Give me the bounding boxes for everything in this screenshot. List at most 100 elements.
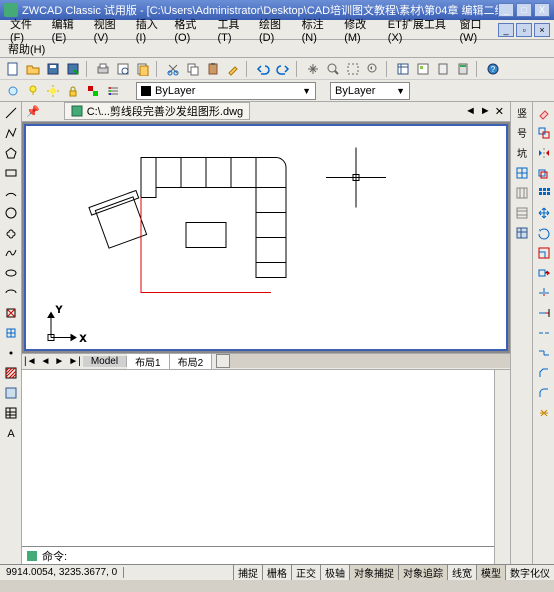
close-button[interactable]: X (534, 3, 550, 17)
layer-color-icon[interactable] (84, 82, 102, 100)
zoom-realtime-icon[interactable] (324, 60, 342, 78)
status-mode-6[interactable]: 线宽 (447, 565, 476, 580)
layer-manager-icon[interactable] (104, 82, 122, 100)
pin-icon[interactable]: 📌 (22, 105, 44, 118)
join-icon[interactable] (535, 344, 553, 362)
tab-prev-icon[interactable]: ◄ (465, 105, 476, 118)
status-mode-1[interactable]: 栅格 (262, 565, 291, 580)
extend-icon[interactable] (535, 304, 553, 322)
color-selector[interactable]: ByLayer ▼ (330, 82, 410, 100)
rectangle-icon[interactable] (2, 164, 20, 182)
rotate-icon[interactable] (535, 224, 553, 242)
menu-window[interactable]: 窗口(W) (453, 14, 498, 46)
copy-obj-icon[interactable] (535, 124, 553, 142)
layer-on-icon[interactable] (24, 82, 42, 100)
status-mode-7[interactable]: 模型 (476, 565, 505, 580)
zoom-prev-icon[interactable] (364, 60, 382, 78)
new-icon[interactable] (4, 60, 22, 78)
chamfer-icon[interactable] (535, 364, 553, 382)
help-icon[interactable]: ? (484, 60, 502, 78)
polygon-icon[interactable] (2, 144, 20, 162)
grid-icon-3[interactable] (513, 204, 531, 222)
layout-next-icon[interactable]: ► (52, 356, 66, 367)
doc-restore-button[interactable]: ▫ (516, 23, 532, 37)
layout-prev-icon[interactable]: ◄ (39, 356, 53, 367)
matchprop-icon[interactable] (224, 60, 242, 78)
offset-icon[interactable] (535, 164, 553, 182)
menu-insert[interactable]: 插入(I) (130, 14, 169, 46)
open-icon[interactable] (24, 60, 42, 78)
region-icon[interactable] (2, 384, 20, 402)
arc-icon[interactable] (2, 184, 20, 202)
menu-view[interactable]: 视图(V) (88, 14, 130, 46)
tab-close-icon[interactable]: ✕ (495, 105, 504, 118)
grid-icon-2[interactable] (513, 184, 531, 202)
grid-icon-1[interactable] (513, 164, 531, 182)
menu-edit[interactable]: 编辑(E) (46, 14, 88, 46)
layout-first-icon[interactable]: |◄ (22, 356, 39, 367)
zoom-window-icon[interactable] (344, 60, 362, 78)
menu-et[interactable]: ET扩展工具(X) (382, 14, 454, 46)
mirror-icon[interactable] (535, 144, 553, 162)
line-icon[interactable] (2, 104, 20, 122)
hscrollbar[interactable] (216, 354, 510, 368)
maximize-button[interactable]: □ (516, 3, 532, 17)
preview-icon[interactable] (114, 60, 132, 78)
command-line[interactable]: 命令: (22, 546, 494, 564)
status-mode-3[interactable]: 极轴 (320, 565, 349, 580)
point-icon[interactable] (2, 344, 20, 362)
publish-icon[interactable] (134, 60, 152, 78)
hscroll-thumb[interactable] (216, 354, 230, 368)
text-icon[interactable]: A (2, 424, 20, 442)
make-block-icon[interactable] (2, 324, 20, 342)
paste-icon[interactable] (204, 60, 222, 78)
calc-icon[interactable] (454, 60, 472, 78)
layout-last-icon[interactable]: ►| (66, 356, 83, 367)
doc-close-button[interactable]: × (534, 23, 550, 37)
array-icon[interactable] (535, 184, 553, 202)
move-icon[interactable] (535, 204, 553, 222)
status-mode-0[interactable]: 捕捉 (233, 565, 262, 580)
revcloud-icon[interactable] (2, 224, 20, 242)
v-icon-3[interactable]: 坑 (513, 144, 531, 162)
drawing-canvas[interactable]: Y X (24, 124, 508, 351)
cut-icon[interactable] (164, 60, 182, 78)
erase-icon[interactable] (535, 104, 553, 122)
status-mode-8[interactable]: 数字化仪 (505, 565, 554, 580)
status-mode-4[interactable]: 对象捕捉 (349, 565, 398, 580)
menu-dim[interactable]: 标注(N) (296, 14, 339, 46)
status-coords[interactable]: 9914.0054, 3235.3677, 0 (0, 567, 124, 578)
layout-tab-2[interactable]: 布局2 (170, 354, 213, 369)
table-icon[interactable] (2, 404, 20, 422)
status-mode-5[interactable]: 对象追踪 (398, 565, 447, 580)
break-icon[interactable] (535, 324, 553, 342)
insert-block-icon[interactable] (2, 304, 20, 322)
ellipse-icon[interactable] (2, 264, 20, 282)
ellipse-arc-icon[interactable] (2, 284, 20, 302)
save-icon[interactable] (44, 60, 62, 78)
fillet-icon[interactable] (535, 384, 553, 402)
doc-minimize-button[interactable]: _ (498, 23, 514, 37)
undo-icon[interactable] (254, 60, 272, 78)
hatch-icon[interactable] (2, 364, 20, 382)
layer-lock-icon[interactable] (64, 82, 82, 100)
designcenter-icon[interactable] (414, 60, 432, 78)
command-history[interactable] (22, 370, 494, 546)
tab-next-icon[interactable]: ► (480, 105, 491, 118)
layer-sun-icon[interactable] (44, 82, 62, 100)
spline-icon[interactable] (2, 244, 20, 262)
stretch-icon[interactable] (535, 264, 553, 282)
saveas-icon[interactable] (64, 60, 82, 78)
trim-icon[interactable] (535, 284, 553, 302)
menu-format[interactable]: 格式(O) (168, 14, 211, 46)
menu-modify[interactable]: 修改(M) (338, 14, 382, 46)
copy-icon[interactable] (184, 60, 202, 78)
properties-icon[interactable] (394, 60, 412, 78)
layout-tab-model[interactable]: Model (83, 356, 127, 367)
status-mode-2[interactable]: 正交 (291, 565, 320, 580)
menu-help[interactable]: 帮助(H) (8, 41, 45, 57)
table-tool-icon[interactable] (513, 224, 531, 242)
document-tab[interactable]: C:\...剪线段完善沙发组图形.dwg (64, 102, 250, 120)
redo-icon[interactable] (274, 60, 292, 78)
minimize-button[interactable]: _ (498, 3, 514, 17)
